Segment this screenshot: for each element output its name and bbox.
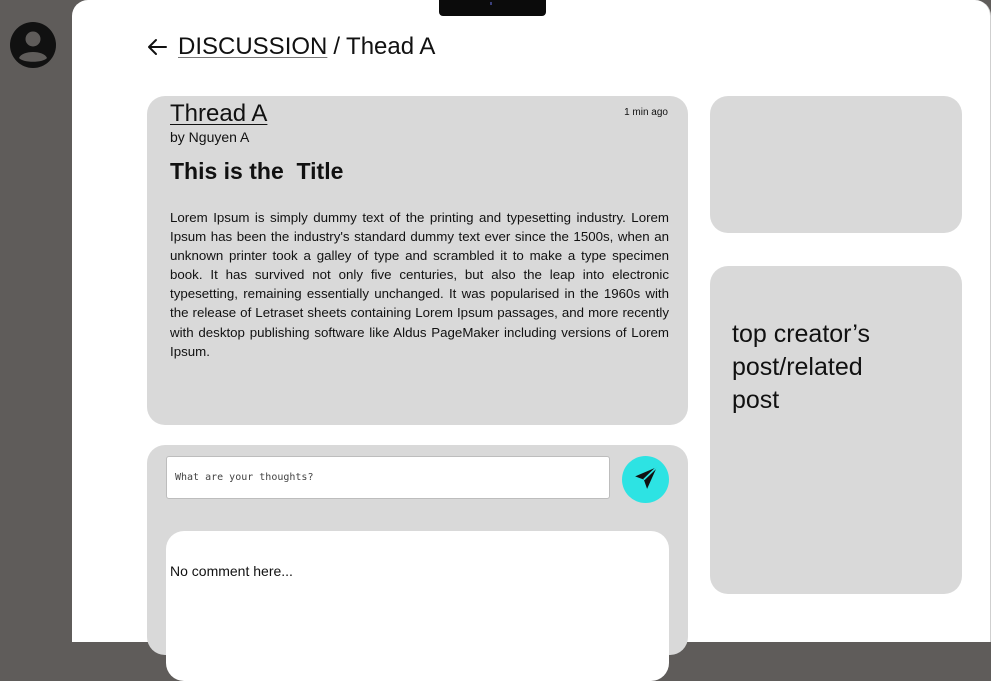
thread-card: Thread A by Nguyen A 1 min ago This is t… bbox=[147, 96, 688, 425]
empty-comments-text: No comment here... bbox=[170, 563, 293, 579]
comments-list: No comment here... bbox=[166, 531, 669, 681]
breadcrumb-discussion-link[interactable]: DISCUSSION bbox=[178, 33, 327, 61]
main-panel: DISCUSSION / Thead A Thread A by Nguyen … bbox=[72, 0, 991, 681]
side-card-top bbox=[710, 96, 962, 233]
user-avatar-icon[interactable] bbox=[10, 22, 56, 68]
send-icon bbox=[633, 465, 659, 494]
breadcrumb-current: Thead A bbox=[346, 33, 436, 60]
post-title: This is the Title bbox=[170, 158, 344, 184]
thread-title[interactable]: Thread A bbox=[170, 100, 267, 128]
related-posts-card: top creator’s post/related post bbox=[710, 266, 962, 594]
thread-author: by Nguyen A bbox=[170, 129, 250, 145]
breadcrumb: DISCUSSION / Thead A bbox=[146, 30, 435, 64]
left-sidebar bbox=[0, 0, 72, 642]
camera-notch bbox=[439, 0, 546, 16]
comment-input[interactable] bbox=[166, 456, 610, 499]
send-button[interactable] bbox=[622, 456, 669, 503]
thread-timestamp: 1 min ago bbox=[624, 107, 668, 118]
breadcrumb-separator: / bbox=[333, 33, 341, 60]
comment-section: No comment here... bbox=[147, 445, 688, 681]
related-posts-text: top creator’s post/related post bbox=[732, 320, 871, 414]
post-body: Lorem Ipsum is simply dummy text of the … bbox=[170, 210, 669, 359]
arrow-left-icon[interactable] bbox=[146, 36, 168, 58]
